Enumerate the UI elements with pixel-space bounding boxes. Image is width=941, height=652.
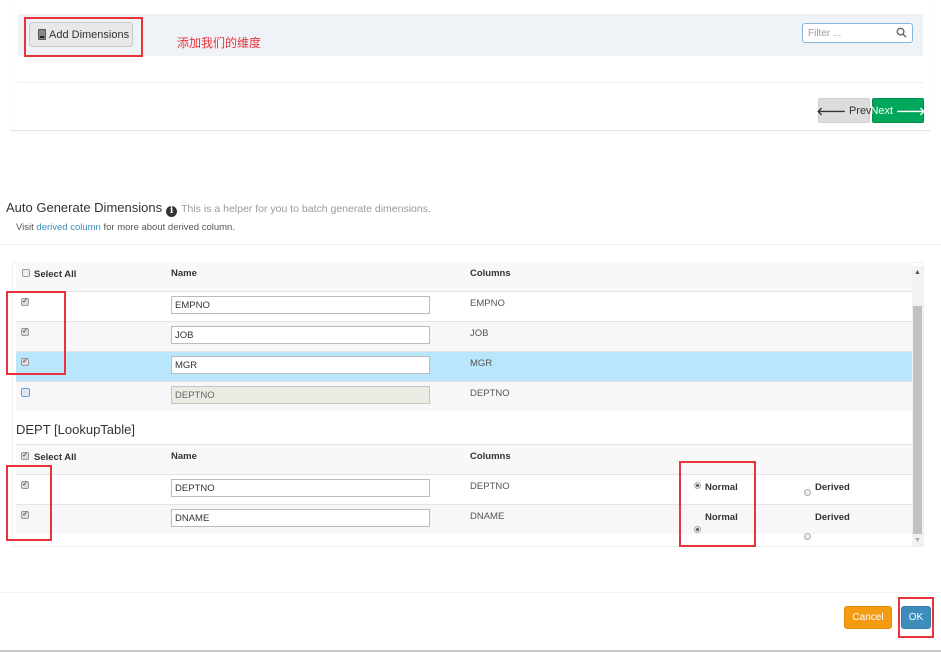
fact-select-all-label: Select All [34,269,77,280]
filter-input[interactable]: Filter ... [802,23,913,43]
annotation-box-fact-checkboxes [6,291,66,375]
lookup-name-header: Name [171,451,197,462]
search-icon[interactable] [896,27,907,38]
column-value: JOB [470,328,489,339]
derived-label: Derived [815,512,850,523]
divider [0,244,941,245]
column-value: DEPTNO [470,388,510,399]
derived-radio[interactable] [804,489,811,496]
fact-table-header [16,262,912,291]
scroll-down-arrow-icon[interactable]: ▼ [912,534,923,546]
visit-suffix: for more about derived column. [103,222,235,233]
table-row [16,504,912,534]
visit-prefix: Visit [16,222,34,233]
prev-button[interactable]: 🡐 Prev [816,98,872,123]
table-row [16,474,912,504]
name-value: DNAME [175,512,210,524]
cancel-button[interactable]: Cancel [844,606,892,629]
filter-placeholder: Filter ... [808,27,842,39]
lookup-table-title: DEPT [LookupTable] [16,422,135,437]
lookup-select-all-label: Select All [34,452,77,463]
modal-title: Auto Generate Dimensions i This is a hel… [6,200,431,217]
dimension-name-input[interactable]: JOB [171,326,430,344]
annotation-box-normal-radios [679,461,756,547]
dimension-name-input[interactable]: DNAME [171,509,430,527]
prev-label: Prev [848,104,872,117]
column-value: MGR [470,358,493,369]
scroll-up-arrow-icon[interactable]: ▲ [912,266,923,278]
derived-radio[interactable] [804,533,811,540]
divider [18,82,923,83]
name-value: DEPTNO [175,482,215,494]
arrow-right-icon: 🡒 [896,105,926,118]
name-value: DEPTNO [175,389,215,401]
column-value: DEPTNO [470,481,510,492]
modal-footer-divider [0,592,941,593]
table-row [16,381,912,411]
annotation-box-ok [898,597,934,638]
fact-name-header: Name [171,268,197,279]
lookup-select-all-checkbox[interactable]: ✓ [21,452,29,460]
row-checkbox[interactable] [21,388,30,397]
next-button[interactable]: Next 🡒 [870,98,926,123]
column-value: DNAME [470,511,505,522]
next-label: Next [870,104,894,117]
table-row [16,321,912,351]
column-value: EMPNO [470,298,505,309]
name-value: JOB [175,329,194,341]
scrollbar-thumb[interactable] [913,306,922,534]
helper-text: This is a helper for you to batch genera… [181,203,431,215]
dimensions-toolbar [18,14,923,56]
modal-title-text: Auto Generate Dimensions [6,200,163,215]
dimension-name-input[interactable]: EMPNO [171,296,430,314]
lookup-table-header [16,444,912,474]
visit-note: Visit derived column for more about deri… [16,222,235,233]
name-value: EMPNO [175,299,210,311]
arrow-left-icon: 🡐 [816,105,846,118]
dimension-name-input-disabled: DEPTNO [171,386,430,404]
fact-select-all-checkbox[interactable] [22,269,30,277]
table-row [16,291,912,321]
info-icon: i [166,205,178,217]
name-value: MGR [175,359,198,371]
table-row-selected [16,351,912,381]
annotation-text: 添加我们的维度 [177,36,262,50]
annotation-box-add [24,17,143,57]
annotation-box-lookup-checkboxes [6,465,52,541]
fact-columns-header: Columns [470,268,511,279]
lookup-columns-header: Columns [470,451,511,462]
derived-label: Derived [815,482,850,493]
derived-column-link[interactable]: derived column [36,222,100,233]
dimension-name-input[interactable]: MGR [171,356,430,374]
dimension-name-input[interactable]: DEPTNO [171,479,430,497]
